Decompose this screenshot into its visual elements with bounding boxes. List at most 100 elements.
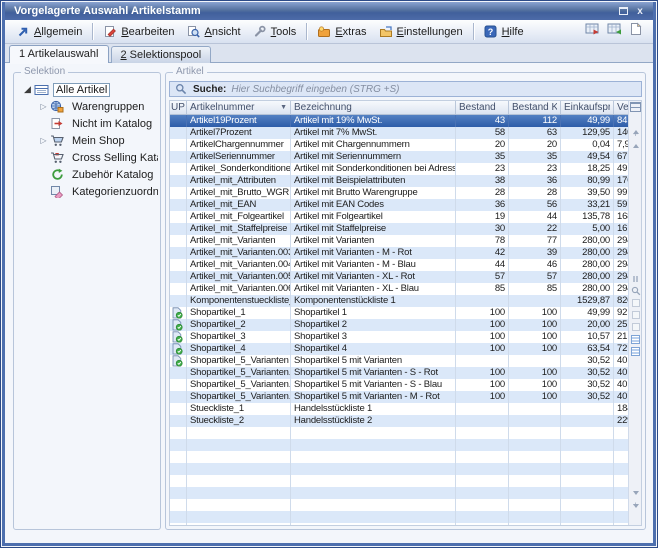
cell-bezeichnung: Artikel mit Sonderkonditionen bei Adress… bbox=[291, 163, 456, 175]
column-header-label: Bestand Kalk. bbox=[512, 102, 557, 113]
table-body: Artikel19ProzentArtikel mit 19% MwSt.431… bbox=[170, 115, 628, 525]
tree-expander-icon[interactable]: ◢ bbox=[22, 84, 33, 95]
cell-ve: 16, bbox=[614, 223, 628, 235]
table-row[interactable]: Shopartikel_4Shopartikel 410010063,5472, bbox=[170, 343, 628, 355]
cell-bezeichnung: Handelsstückliste 2 bbox=[291, 415, 456, 427]
table-row[interactable]: Artikel_mit_Varianten.003Artikel mit Var… bbox=[170, 247, 628, 259]
table-row[interactable]: Shopartikel_5_Varianten.1Shopartikel 5 m… bbox=[170, 367, 628, 379]
table-row[interactable]: Shopartikel_3Shopartikel 310010010,5721, bbox=[170, 331, 628, 343]
cell-ve bbox=[614, 499, 628, 511]
cell-bestand_kalk: 100 bbox=[509, 307, 561, 319]
toolbar-button-tools[interactable]: Tools bbox=[247, 23, 303, 41]
column-header-bezeichnung[interactable]: Bezeichnung bbox=[291, 101, 456, 114]
search-bar[interactable]: Suche: Hier Suchbegriff eingeben (STRG +… bbox=[169, 81, 642, 97]
tree-item-alle-artikel[interactable]: ◢Alle Artikel bbox=[16, 81, 158, 98]
tree-item-zubehoer-katalog[interactable]: Zubehör Katalog bbox=[16, 166, 158, 183]
table-row[interactable]: Artikel_mit_AttributenArtikel mit Beispi… bbox=[170, 175, 628, 187]
table-row[interactable]: ArtikelChargennummerArtikel mit Chargenn… bbox=[170, 139, 628, 151]
tree-expander-icon[interactable]: ▷ bbox=[38, 102, 49, 111]
table-row[interactable]: Artikel_SonderkonditionenArtikel mit Son… bbox=[170, 163, 628, 175]
cell-bezeichnung: Handelsstückliste 1 bbox=[291, 403, 456, 415]
close-button[interactable]: x bbox=[633, 5, 647, 18]
toolbar-button-bearbeiten[interactable]: Bearbeiten bbox=[97, 23, 180, 41]
cell-artikelnummer: Artikel_mit_Varianten.005 bbox=[187, 271, 291, 283]
tab-artikelauswahl[interactable]: 1 Artikelauswahl bbox=[9, 45, 109, 63]
table-row[interactable]: Artikel_mit_Brutto_WGRArtikel mit Brutto… bbox=[170, 187, 628, 199]
table-row[interactable]: ArtikelSeriennummerArtikel mit Seriennum… bbox=[170, 151, 628, 163]
table-row[interactable]: Artikel19ProzentArtikel mit 19% MwSt.431… bbox=[170, 115, 628, 127]
export-grid-button[interactable] bbox=[584, 24, 600, 39]
layout-marker-icon[interactable] bbox=[629, 309, 642, 321]
window-title: Vorgelagerte Auswahl Artikelstamm bbox=[14, 5, 613, 17]
scroll-first-icon[interactable] bbox=[629, 116, 642, 128]
rows-marker-icon[interactable] bbox=[629, 345, 642, 357]
table-row[interactable]: Artikel_mit_EANArtikel mit EAN Codes3656… bbox=[170, 199, 628, 211]
table-row[interactable]: Shopartikel_5_VariantenShopartikel 5 mit… bbox=[170, 355, 628, 367]
scrollbar-section: + bbox=[629, 487, 642, 523]
empty-row bbox=[170, 499, 628, 511]
rows-marker-icon[interactable] bbox=[629, 333, 642, 345]
tree-item-nicht-im-katalog[interactable]: Nicht im Katalog bbox=[16, 115, 158, 132]
tree-item-cross-selling-katalog[interactable]: Cross Selling Katalog bbox=[16, 149, 158, 166]
search-icon bbox=[174, 82, 188, 96]
scroll-up-icon[interactable] bbox=[629, 140, 642, 152]
scroll-last-icon[interactable] bbox=[629, 511, 642, 523]
table-row[interactable]: Shopartikel_5_Varianten.2Shopartikel 5 m… bbox=[170, 379, 628, 391]
maximize-button[interactable] bbox=[616, 5, 630, 18]
cell-up bbox=[170, 247, 187, 259]
table-row[interactable]: Artikel7ProzentArtikel mit 7% MwSt.58631… bbox=[170, 127, 628, 139]
cell-up bbox=[170, 163, 187, 175]
view-icon bbox=[187, 25, 201, 39]
empty-row bbox=[170, 475, 628, 487]
cell-bezeichnung: Shopartikel 5 mit Varianten - S - Rot bbox=[291, 367, 456, 379]
cell-bezeichnung: Komponentenstückliste 1 bbox=[291, 295, 456, 307]
tab-selektionspool[interactable]: 2 Selektionspool bbox=[111, 46, 212, 63]
layout-marker-icon[interactable] bbox=[629, 297, 642, 309]
cell-bestand bbox=[456, 487, 509, 499]
column-header-up[interactable]: UP bbox=[170, 101, 187, 114]
column-header-einkaufspreis[interactable]: Einkaufspreis bbox=[561, 101, 614, 114]
layout-marker-icon[interactable] bbox=[629, 321, 642, 333]
table-row[interactable]: Komponentenstueckliste_1Komponentenstück… bbox=[170, 295, 628, 307]
pause-marker-icon[interactable] bbox=[629, 273, 642, 285]
tree-expander-icon[interactable]: ▷ bbox=[38, 136, 49, 145]
column-header-bestand_kalk[interactable]: Bestand Kalk. bbox=[509, 101, 561, 114]
cell-bestand_kalk: 22 bbox=[509, 223, 561, 235]
tree-item-kategorienzuordnung-entfernen[interactable]: Kategorienzuordnung entfernen bbox=[16, 183, 158, 200]
table-row[interactable]: Artikel_mit_VariantenArtikel mit Variant… bbox=[170, 235, 628, 247]
table-scrollbar[interactable]: ++ bbox=[628, 101, 641, 525]
toolbar-button-hilfe[interactable]: ?Hilfe bbox=[478, 23, 530, 41]
cell-bestand_kalk: 36 bbox=[509, 175, 561, 187]
column-header-bestand[interactable]: Bestand bbox=[456, 101, 509, 114]
toolbar-button-ansicht[interactable]: Ansicht bbox=[181, 23, 247, 41]
cell-up bbox=[170, 223, 187, 235]
titlebar[interactable]: Vorgelagerte Auswahl Artikelstamm x bbox=[5, 2, 653, 20]
table-row[interactable]: Artikel_mit_FolgeartikelArtikel mit Folg… bbox=[170, 211, 628, 223]
scroll-down-icon[interactable] bbox=[629, 487, 642, 499]
new-document-button[interactable] bbox=[628, 24, 644, 39]
cell-bestand: 19 bbox=[456, 211, 509, 223]
table-row[interactable]: Artikel_mit_Varianten.004Artikel mit Var… bbox=[170, 259, 628, 271]
sort-indicator-icon: ▼ bbox=[280, 104, 287, 111]
table-row[interactable]: Stueckliste_2Handelsstückliste 2229 bbox=[170, 415, 628, 427]
column-chooser-icon[interactable] bbox=[629, 101, 642, 113]
table-row[interactable]: Stueckliste_1Handelsstückliste 1184 bbox=[170, 403, 628, 415]
table-row[interactable]: Shopartikel_1Shopartikel 110010049,9992, bbox=[170, 307, 628, 319]
table-row[interactable]: Artikel_mit_Varianten.005Artikel mit Var… bbox=[170, 271, 628, 283]
import-grid-button[interactable] bbox=[606, 24, 622, 39]
column-header-artikelnummer[interactable]: Artikelnummer▼ bbox=[187, 101, 291, 114]
toolbar-button-extras[interactable]: Extras bbox=[311, 23, 372, 41]
cell-bestand: 85 bbox=[456, 283, 509, 295]
cell-bezeichnung: Artikel mit Staffelpreise bbox=[291, 223, 456, 235]
tree-item-warengruppen[interactable]: ▷Warengruppen bbox=[16, 98, 158, 115]
tree-item-mein-shop[interactable]: ▷Mein Shop bbox=[16, 132, 158, 149]
table-row[interactable]: Artikel_mit_Varianten.006Artikel mit Var… bbox=[170, 283, 628, 295]
toolbar-button-allgemein[interactable]: Allgemein bbox=[10, 23, 88, 41]
scroll-page-up-icon[interactable]: + bbox=[629, 128, 642, 140]
toolbar-button-einstellungen[interactable]: Einstellungen bbox=[373, 23, 469, 41]
table-row[interactable]: Artikel_mit_StaffelpreiseArtikel mit Sta… bbox=[170, 223, 628, 235]
table-row[interactable]: Shopartikel_2Shopartikel 210010020,0025, bbox=[170, 319, 628, 331]
zoom-marker-icon[interactable] bbox=[629, 285, 642, 297]
table-row[interactable]: Shopartikel_5_Varianten.3Shopartikel 5 m… bbox=[170, 391, 628, 403]
cell-artikelnummer: Artikel_mit_Attributen bbox=[187, 175, 291, 187]
